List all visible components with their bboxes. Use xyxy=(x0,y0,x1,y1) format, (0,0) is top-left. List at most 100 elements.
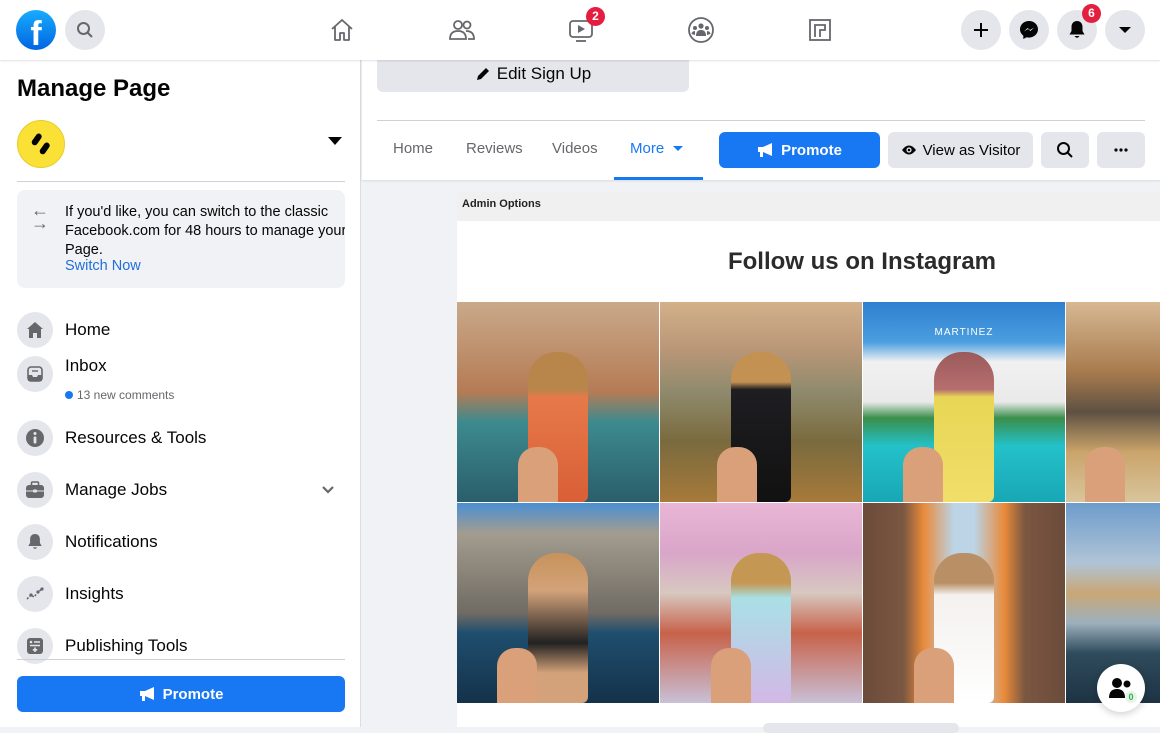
tab-more[interactable]: More xyxy=(630,140,684,180)
home-icon xyxy=(17,312,53,348)
switch-notice-text: If you'd like, you can switch to the cla… xyxy=(65,203,345,260)
nav-gaming[interactable] xyxy=(806,16,834,44)
instagram-photo[interactable] xyxy=(1066,302,1160,502)
gaming-icon xyxy=(809,19,831,41)
admin-options-bar[interactable]: Admin Options xyxy=(457,192,1160,221)
sidebar-item-manage-jobs[interactable]: Manage Jobs xyxy=(17,468,345,512)
instagram-photo[interactable] xyxy=(457,503,659,703)
switch-arrows-icon: ← → xyxy=(31,200,49,233)
switch-notice-line: Facebook.com for 48 hours to manage your xyxy=(65,223,345,239)
account-menu-button[interactable] xyxy=(1105,10,1145,50)
plus-icon xyxy=(974,23,988,37)
promote-button[interactable]: Promote xyxy=(719,132,880,168)
megaphone-icon xyxy=(139,687,154,701)
bell-icon xyxy=(17,524,53,560)
photo-hand xyxy=(716,447,757,502)
tab-videos[interactable]: Videos xyxy=(552,140,598,180)
messenger-button[interactable] xyxy=(1009,10,1049,50)
load-more-bar[interactable] xyxy=(763,723,959,733)
instagram-photo[interactable] xyxy=(863,503,1065,703)
page-header-card: Edit Sign Up Home Reviews Videos More Pr… xyxy=(362,56,1160,180)
page-logo-icon xyxy=(31,133,50,155)
tab-more-label: More xyxy=(630,140,665,157)
nav-watch[interactable]: 2 xyxy=(567,7,605,44)
admin-options-label: Admin Options xyxy=(462,198,541,210)
ellipsis-icon xyxy=(1114,148,1128,152)
search-icon xyxy=(1057,142,1073,158)
create-button[interactable] xyxy=(961,10,1001,50)
search-icon xyxy=(77,22,93,38)
home-icon xyxy=(331,19,353,41)
sidebar-item-insights[interactable]: Insights xyxy=(17,572,345,616)
nav-friends[interactable] xyxy=(448,16,476,44)
instagram-photo[interactable] xyxy=(457,302,659,502)
edit-sign-up-button[interactable]: Edit Sign Up xyxy=(377,56,689,92)
photo-hand xyxy=(497,648,538,703)
instagram-photo[interactable]: MARTINEZ xyxy=(863,302,1065,502)
instagram-photo[interactable] xyxy=(660,503,862,703)
people-online-button[interactable]: 0 xyxy=(1097,664,1145,712)
sidebar-item-notifications[interactable]: Notifications xyxy=(17,520,345,564)
messenger-icon xyxy=(1020,21,1038,39)
switch-classic-notice: ← → If you'd like, you can switch to the … xyxy=(17,190,345,288)
photo-hand xyxy=(1084,447,1125,502)
sidebar-item-label: Insights xyxy=(65,584,124,603)
notifications-button[interactable]: 6 xyxy=(1057,4,1101,50)
chevron-down-icon[interactable] xyxy=(321,482,335,500)
photo-hand xyxy=(903,447,944,502)
facebook-logo[interactable]: f xyxy=(16,10,56,50)
page-switcher-caret-icon[interactable] xyxy=(328,137,342,145)
insights-icon xyxy=(17,576,53,612)
friends-icon xyxy=(449,20,475,40)
sidebar-item-label: Home xyxy=(65,320,111,339)
search-button[interactable] xyxy=(65,10,105,50)
sidebar-item-home[interactable]: Home xyxy=(17,308,345,352)
nav-groups[interactable] xyxy=(687,16,715,44)
view-as-visitor-label: View as Visitor xyxy=(922,141,1021,159)
top-navigation-bar: f 2 6 xyxy=(0,0,1160,60)
sidebar-item-label: Resources & Tools xyxy=(65,428,207,447)
photo-hand xyxy=(710,648,751,703)
nav-home[interactable] xyxy=(328,16,356,44)
megaphone-icon xyxy=(758,143,773,157)
people-online-count: 0 xyxy=(1125,691,1137,703)
sidebar-promote-button[interactable]: Promote xyxy=(17,676,345,712)
instagram-title: Follow us on Instagram xyxy=(727,248,997,275)
sidebar-item-resources-tools[interactable]: Resources & Tools xyxy=(17,416,345,460)
unread-dot xyxy=(65,391,73,399)
sidebar-item-label: Inbox xyxy=(65,356,107,375)
eye-icon xyxy=(901,145,916,155)
groups-icon xyxy=(688,17,714,43)
promote-label: Promote xyxy=(781,141,842,159)
sidebar-item-inbox[interactable]: Inbox 13 new comments xyxy=(17,352,345,402)
photo-hand xyxy=(517,447,558,502)
hotel-sign: MARTINEZ xyxy=(934,327,994,338)
view-as-visitor-button[interactable]: View as Visitor xyxy=(888,132,1033,168)
photo-hand xyxy=(913,648,954,703)
page-search-button[interactable] xyxy=(1041,132,1089,168)
inbox-new-comments: 13 new comments xyxy=(65,388,174,402)
pencil-icon xyxy=(476,68,489,80)
instagram-photo-grid: MARTINEZ xyxy=(457,302,1160,703)
caret-down-icon xyxy=(1119,27,1131,33)
inbox-icon xyxy=(17,356,53,392)
briefcase-icon xyxy=(17,472,53,508)
watch-badge: 2 xyxy=(586,7,605,26)
sidebar-divider xyxy=(17,181,345,182)
info-icon xyxy=(17,420,53,456)
new-comments-count: 13 new comments xyxy=(77,388,175,402)
bell-icon xyxy=(1069,21,1085,38)
instagram-feed-panel: Follow us on Instagram MARTINEZ xyxy=(457,221,1160,727)
caret-down-icon xyxy=(673,146,684,151)
tab-reviews[interactable]: Reviews xyxy=(466,140,523,180)
more-options-button[interactable] xyxy=(1097,132,1145,168)
sidebar-item-label: Notifications xyxy=(65,532,158,551)
page-avatar[interactable] xyxy=(17,120,65,168)
sidebar-item-label: Manage Jobs xyxy=(65,480,168,499)
switch-now-link[interactable]: Switch Now xyxy=(65,258,141,274)
tab-home[interactable]: Home xyxy=(393,140,433,180)
manage-page-sidebar: Manage Page ← → If you'd like, you can sw… xyxy=(0,60,361,727)
instagram-photo[interactable] xyxy=(660,302,862,502)
sidebar-item-publishing-tools[interactable]: Publishing Tools xyxy=(17,624,345,668)
sidebar-title: Manage Page xyxy=(17,75,171,102)
